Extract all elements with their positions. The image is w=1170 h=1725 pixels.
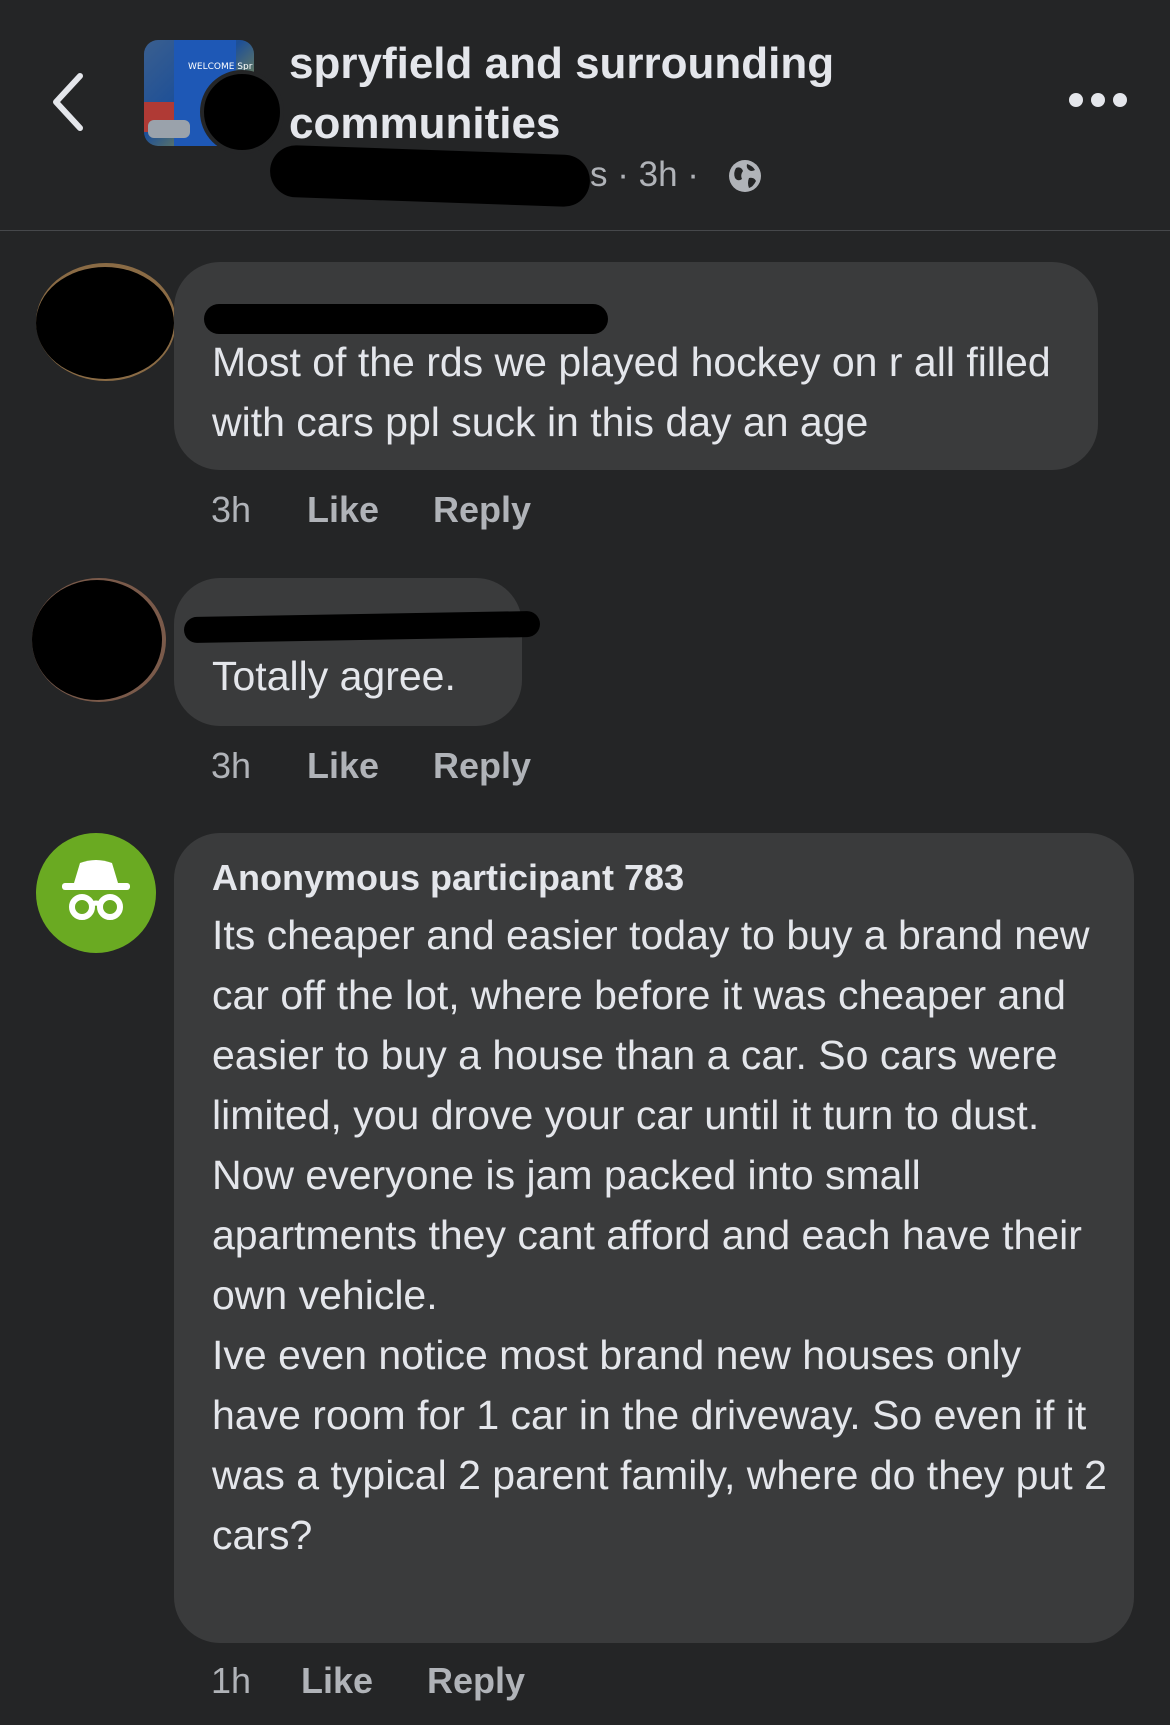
back-button[interactable]	[40, 62, 100, 142]
post-meta: s · 3h ·	[590, 155, 699, 194]
comment-bubble: Totally agree.	[174, 578, 541, 726]
comment-actions: 3h Like Reply	[211, 741, 711, 791]
comment-time: 3h	[211, 489, 252, 530]
comment-author-redacted[interactable]	[183, 610, 541, 644]
post-header: WELCOME Spr spryfield and surrounding co…	[0, 0, 1170, 231]
avatar-redaction	[32, 580, 162, 700]
group-name[interactable]: spryfield and surrounding communities	[289, 34, 929, 154]
comment-bubble: Anonymous participant 783 Its cheaper an…	[174, 833, 1134, 1643]
comment-time: 3h	[211, 745, 252, 786]
comment-text: Its cheaper and easier today to buy a br…	[212, 912, 1107, 1558]
poster-name-redacted	[269, 144, 591, 208]
thumbnail-car	[148, 120, 190, 138]
comment-author[interactable]: Anonymous participant 783	[212, 855, 684, 901]
comment-text: Totally agree.	[212, 653, 456, 699]
like-button[interactable]: Like	[301, 1656, 373, 1706]
comment-time: 1h	[211, 1660, 252, 1701]
poster-avatar-redacted	[200, 70, 284, 154]
reply-button[interactable]: Reply	[427, 1656, 525, 1706]
comment-actions: 1h Like Reply	[211, 1656, 711, 1706]
comment-avatar[interactable]	[36, 263, 176, 381]
ellipsis-icon	[1069, 93, 1127, 107]
reply-button[interactable]: Reply	[433, 485, 531, 535]
reply-button[interactable]: Reply	[433, 741, 531, 791]
comment-avatar[interactable]	[32, 578, 166, 702]
comment-author-redacted[interactable]	[204, 304, 608, 334]
chevron-left-icon	[53, 73, 83, 131]
like-button[interactable]: Like	[307, 741, 379, 791]
more-options-button[interactable]	[1066, 84, 1130, 116]
like-button[interactable]: Like	[307, 485, 379, 535]
comment-bubble: Most of the rds we played hockey on r al…	[174, 262, 1098, 470]
comment-actions: 3h Like Reply	[211, 485, 711, 535]
anonymous-avatar[interactable]	[36, 833, 156, 953]
comment-text: Most of the rds we played hockey on r al…	[212, 339, 1051, 445]
avatar-redaction	[36, 267, 174, 379]
globe-icon	[729, 160, 761, 192]
incognito-icon	[62, 860, 130, 920]
